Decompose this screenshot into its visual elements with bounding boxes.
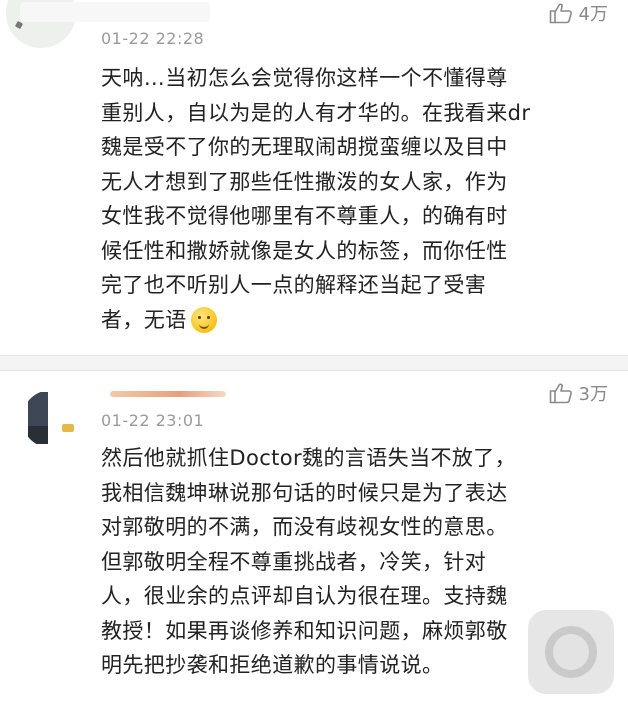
comment-line: 魏是受不了你的无理取闹胡搅蛮缠以及目中 (101, 135, 508, 159)
username-redacted (110, 391, 226, 397)
comment-line: 女性我不觉得他哪里有不尊重人，的确有时 (101, 204, 508, 228)
comment-line: 天呐…当初怎么会觉得你这样一个不懂得尊 (101, 66, 508, 90)
comment-time: 01-22 23:01 (101, 411, 205, 430)
comment-line: 者，无语 (101, 307, 187, 332)
thumbs-up-icon (549, 382, 573, 404)
comment-divider (0, 355, 628, 371)
comment-line: 对郭敬明的不满，而没有歧视女性的意思。 (101, 515, 508, 539)
username-redacted (20, 2, 210, 22)
comment-line: 但郭敬明全程不尊重挑战者，冷笑，针对 (101, 549, 487, 574)
comment-last-line: 者，无语 (101, 303, 601, 338)
comment-line: 明先把抄袭和拒绝道歉的事情说说。 (101, 653, 444, 677)
comment-line: 人，很业余的点评却自认为很在理。支持魏 (101, 584, 508, 608)
like-count: 4万 (578, 4, 608, 25)
like-button[interactable]: 3万 (549, 380, 608, 406)
like-count: 3万 (578, 384, 608, 405)
comment-text: 天呐…当初怎么会觉得你这样一个不懂得尊 重别人，自以为是的人有才华的。在我看来d… (101, 61, 601, 337)
comment-line: 候任性和撒娇就像是女人的标签，而你任性 (101, 238, 508, 263)
thinking-face-emoji-icon (190, 306, 217, 333)
comment-1: 01-22 22:28 4万 天呐…当初怎么会觉得你这样一个不懂得尊 重别人，自… (0, 0, 628, 355)
avatar[interactable] (22, 390, 80, 448)
comment-line: 然后他就抓住Doctor魏的言语失当不放了， (101, 446, 517, 470)
assistive-touch-icon[interactable] (528, 610, 614, 694)
comment-line: 教授！如果再谈修养和知识问题，麻烦郭敬 (101, 618, 508, 643)
comment-line: 无人才想到了那些任性撒泼的女人家，作为 (101, 169, 508, 194)
comment-time: 01-22 22:28 (101, 29, 205, 48)
comment-line: 我相信魏坤琳说那句话的时候只是为了表达 (101, 480, 508, 505)
comment-line: 完了也不听别人一点的解释还当起了受害 (101, 273, 487, 297)
thumbs-up-icon (549, 2, 573, 24)
comment-text: 然后他就抓住Doctor魏的言语失当不放了， 我相信魏坤琳说那句话的时候只是为了… (101, 441, 601, 683)
like-button[interactable]: 4万 (549, 0, 608, 26)
comment-line: 重别人，自以为是的人有才华的。在我看来dr (101, 100, 531, 125)
